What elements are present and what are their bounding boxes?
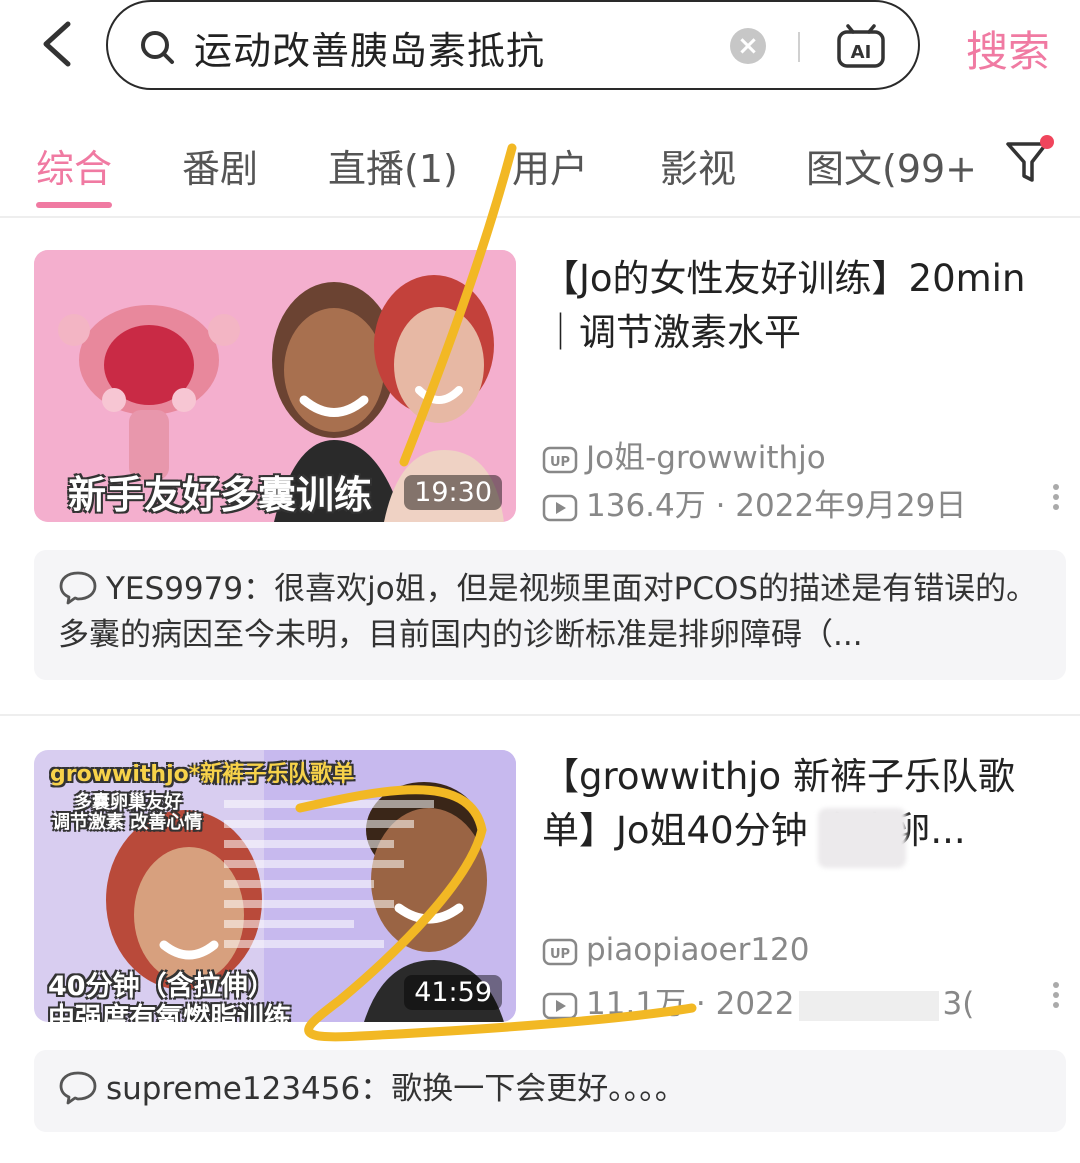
divider xyxy=(0,714,1080,716)
filter-badge xyxy=(1040,135,1054,149)
video-thumbnail[interactable]: 新手友好多囊训练 19:30 xyxy=(34,250,516,522)
svg-text:UP: UP xyxy=(550,455,570,470)
search-header: 运动改善胰岛素抵抗 × AI 搜索 xyxy=(0,0,1080,100)
tab-all[interactable]: 综合 xyxy=(36,138,112,193)
search-box[interactable]: 运动改善胰岛素抵抗 × AI xyxy=(106,0,920,90)
video-title[interactable]: 【Jo的女性友好训练】20min｜调节激素水平 xyxy=(542,252,1062,360)
publish-date: · 2022 xyxy=(695,986,795,1022)
comment-username[interactable]: supreme123456： xyxy=(106,1071,391,1107)
video-title[interactable]: 【growwithjo 新裤子乐队歌单】Jo姐40分钟 多囊卵... xyxy=(542,750,1062,858)
stats-row: 136.4万 · 2022年9月29日 xyxy=(542,480,966,525)
tab-live[interactable]: 直播(1) xyxy=(328,138,458,193)
video-duration: 41:59 xyxy=(404,975,502,1010)
thumbnail-caption-line2: 中强度有氧燃脂训练 xyxy=(48,1003,291,1022)
svg-text:UP: UP xyxy=(550,947,570,962)
search-input[interactable]: 运动改善胰岛素抵抗 xyxy=(194,20,545,75)
video-result-card[interactable]: 新手友好多囊训练 19:30 【Jo的女性友好训练】20min｜调节激素水平 U… xyxy=(0,250,1080,690)
tab-users[interactable]: 用户 xyxy=(512,138,588,193)
comment-body: 歌换一下会更好。。。。 xyxy=(391,1071,686,1107)
back-arrow-icon[interactable] xyxy=(34,18,84,70)
thumbnail-caption-sub: 调节激素 改善心情 xyxy=(52,812,203,833)
ai-label: AI xyxy=(851,42,872,63)
uploader-row[interactable]: UP Jo姐-growwithjo xyxy=(542,432,826,477)
uploader-name[interactable]: Jo姐-growwithjo xyxy=(586,440,826,476)
play-count-and-date: 136.4万 · 2022年9月29日 xyxy=(586,488,967,524)
comment-username[interactable]: YES9979： xyxy=(106,571,274,607)
filter-icon[interactable] xyxy=(1000,130,1060,190)
video-thumbnail[interactable]: growwithjo*新裤子乐队歌单 多囊卵巢友好 调节激素 改善心情 40分钟… xyxy=(34,750,516,1022)
uploader-icon: UP xyxy=(542,938,578,965)
active-tab-indicator xyxy=(36,202,112,208)
thumbnail-caption: 新手友好多囊训练 xyxy=(68,473,373,517)
video-duration: 19:30 xyxy=(404,475,502,510)
play-count-icon xyxy=(542,494,578,521)
uploader-name[interactable]: piaopiaoer120 xyxy=(586,932,810,968)
comment-bubble-icon xyxy=(59,1071,97,1105)
video-result-card[interactable]: growwithjo*新裤子乐队歌单 多囊卵巢友好 调节激素 改善心情 40分钟… xyxy=(0,750,1080,1150)
more-options-icon[interactable] xyxy=(1048,978,1064,1018)
tab-articles[interactable]: 图文(99+ xyxy=(806,138,974,193)
stats-row: 11.1万 · 2022 3( xyxy=(542,978,974,1023)
ai-search-icon[interactable]: AI xyxy=(836,24,888,70)
comment-bubble-icon xyxy=(59,571,97,605)
tab-film[interactable]: 影视 xyxy=(660,138,736,193)
tab-anime[interactable]: 番剧 xyxy=(182,138,258,193)
divider xyxy=(0,216,1080,218)
result-tabs: 综合 番剧 直播(1) 用户 影视 图文(99+ xyxy=(0,130,1080,210)
comment-text: YES9979：很喜欢jo姐，但是视频里面对PCOS的描述是有错误的。 多囊的病… xyxy=(58,566,1048,658)
divider xyxy=(798,32,800,62)
top-comment[interactable]: YES9979：很喜欢jo姐，但是视频里面对PCOS的描述是有错误的。 多囊的病… xyxy=(34,550,1066,680)
comment-text: supreme123456：歌换一下会更好。。。。 xyxy=(58,1066,1048,1112)
top-comment[interactable]: supreme123456：歌换一下会更好。。。。 xyxy=(34,1050,1066,1132)
play-count: 11.1万 xyxy=(586,986,687,1022)
clear-search-button[interactable]: × xyxy=(730,28,766,64)
uploader-row[interactable]: UP piaopiaoer120 xyxy=(542,932,810,968)
search-button[interactable]: 搜索 xyxy=(966,18,1050,79)
publish-date-tail: 3( xyxy=(942,986,975,1022)
thumbnail-caption-top: growwithjo*新裤子乐队歌单 xyxy=(50,762,355,787)
search-icon xyxy=(141,31,174,64)
play-count-icon xyxy=(542,992,578,1019)
redaction-blur xyxy=(798,990,939,1021)
uploader-icon: UP xyxy=(542,446,578,473)
more-options-icon[interactable] xyxy=(1048,480,1064,520)
redaction-blur xyxy=(818,808,906,868)
